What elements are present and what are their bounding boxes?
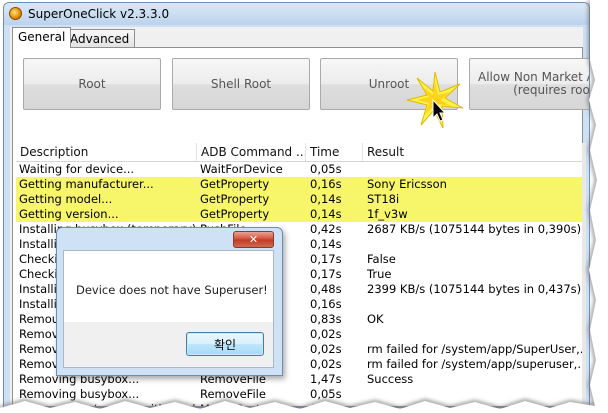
vertical-scrollbar[interactable] xyxy=(582,143,586,406)
shell-root-button[interactable]: Shell Root xyxy=(172,58,310,110)
row-result: Sony Ericsson xyxy=(367,177,447,191)
row-time: 1,47s xyxy=(310,372,342,386)
row-adb-command: GetProperty xyxy=(200,177,270,191)
row-time: 0,05s xyxy=(310,162,342,176)
row-adb-command: RemoveFile xyxy=(200,387,266,401)
title-bar[interactable]: SuperOneClick v2.3.3.0 xyxy=(4,3,589,25)
row-result xyxy=(364,297,582,312)
row-description: Getting manufacturer... xyxy=(19,177,154,191)
row-result xyxy=(364,237,582,252)
row-time: 0,14s xyxy=(310,237,342,251)
row-result: ST18i xyxy=(367,192,400,206)
row-adb-command: MountSystem xyxy=(197,402,305,406)
row-result: OK xyxy=(367,312,384,326)
row-time: 0,02s xyxy=(310,357,342,371)
table-row[interactable]: Getting model... GetProperty 0,14s ST18i xyxy=(16,192,582,207)
row-result: 2399 KB/s (1075144 bytes in 0,437s) xyxy=(367,282,582,296)
row-time: 0,02s xyxy=(310,342,342,356)
row-time: 0,11s xyxy=(307,402,362,406)
window-title: SuperOneClick v2.3.3.0 xyxy=(28,7,170,21)
row-result: OK xyxy=(364,402,582,406)
row-result: True xyxy=(367,267,392,281)
dialog-body: Device does not have Superuser! 확인 xyxy=(63,250,274,368)
dialog-close-button[interactable]: ✕ xyxy=(233,231,274,248)
row-result: False xyxy=(367,252,396,266)
allow-non-market-apps-button[interactable]: Allow Non Market Apps (requires root) xyxy=(469,58,590,110)
table-row[interactable]: Getting version... GetProperty 0,14s 1f_v3w xyxy=(16,207,582,222)
row-time: 0,16s xyxy=(310,177,342,191)
market-button-label: Allow Non Market Apps xyxy=(478,70,589,84)
row-adb-command: GetProperty xyxy=(200,192,270,206)
message-dialog: ✕ Device does not have Superuser! 확인 xyxy=(56,227,283,376)
table-row[interactable]: Remounting /system with read...MountSyst… xyxy=(16,402,582,406)
dialog-message: Device does not have Superuser! xyxy=(76,283,268,297)
row-description: Removing busybox... xyxy=(19,387,140,401)
row-time: 0,42s xyxy=(310,222,342,236)
row-result: rm failed for /system/app/superuser,... xyxy=(367,357,582,371)
dialog-ok-button[interactable]: 확인 xyxy=(186,332,264,356)
row-time: 0,83s xyxy=(310,312,342,326)
app-icon xyxy=(9,7,22,20)
table-row[interactable]: Waiting for device... WaitForDevice 0,05s xyxy=(16,162,582,177)
tab-advanced[interactable]: Advanced xyxy=(64,29,136,47)
row-result: rm failed for /system/app/SuperUser,... xyxy=(367,342,582,356)
row-result: 1f_v3w xyxy=(367,207,408,221)
row-description: Getting version... xyxy=(19,207,119,221)
row-adb-command: WaitForDevice xyxy=(200,162,283,176)
row-result xyxy=(364,162,582,177)
row-description: Remounting /system with read... xyxy=(16,402,196,406)
row-time: 0,48s xyxy=(310,282,342,296)
column-header-description[interactable]: Description xyxy=(16,143,197,161)
row-description: Getting model... xyxy=(19,192,113,206)
column-header-adb-command[interactable]: ADB Command ... xyxy=(197,143,306,161)
row-time: 0,16s xyxy=(310,297,342,311)
row-time: 0,02s xyxy=(310,327,342,341)
list-header: Description ADB Command ... Time Result xyxy=(16,143,582,162)
column-header-result[interactable]: Result xyxy=(363,143,582,161)
table-row[interactable]: Removing busybox... RemoveFile 0,05s xyxy=(16,387,582,402)
row-time: 0,05s xyxy=(310,387,342,401)
click-highlight-icon xyxy=(406,71,464,129)
root-button[interactable]: Root xyxy=(23,58,161,110)
row-result xyxy=(364,327,582,342)
row-result xyxy=(364,387,582,402)
row-result: 2687 KB/s (1075144 bytes in 0,390s) xyxy=(367,222,582,236)
dialog-content: Device does not have Superuser! xyxy=(64,251,273,322)
row-adb-command: GetProperty xyxy=(200,207,270,221)
row-result: Success xyxy=(367,372,414,386)
row-description: Waiting for device... xyxy=(19,162,135,176)
row-time: 0,17s xyxy=(310,267,342,281)
tab-general[interactable]: General xyxy=(12,27,72,48)
row-time: 0,17s xyxy=(310,252,342,266)
row-time: 0,14s xyxy=(310,207,342,221)
row-time: 0,14s xyxy=(310,192,342,206)
column-header-time[interactable]: Time xyxy=(306,143,363,161)
market-button-sublabel: (requires root) xyxy=(513,83,590,97)
table-row[interactable]: Getting manufacturer... GetProperty 0,16s S… xyxy=(16,177,582,192)
